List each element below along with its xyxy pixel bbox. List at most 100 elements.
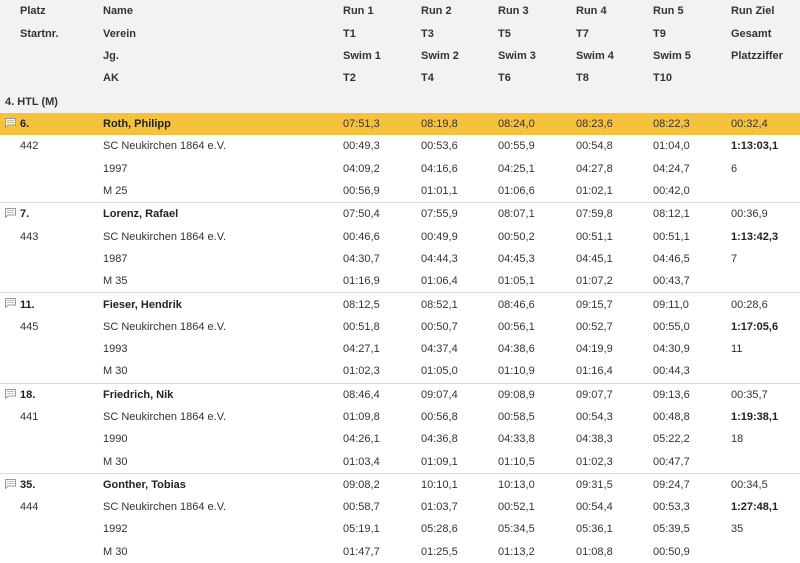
run-time: 07:55,9 xyxy=(421,208,458,221)
transition-time: 00:54,8 xyxy=(576,140,613,153)
run-time: 08:23,6 xyxy=(576,118,613,131)
swim-time: 04:44,3 xyxy=(421,252,458,265)
club-name: SC Neukirchen 1864 e.V. xyxy=(103,411,227,423)
transition-time: 01:04,0 xyxy=(653,140,690,153)
results-table: Platz Name Run 1 Run 2 Run 3 Run 4 Run 5 Run Zi… xyxy=(0,0,800,562)
column-header: Run 3 xyxy=(498,5,529,18)
column-header: Name xyxy=(103,5,133,18)
column-header: Jg. xyxy=(103,49,119,62)
comment-icon[interactable] xyxy=(5,388,16,399)
swim-time: 04:27,8 xyxy=(576,162,613,175)
start-number: 441 xyxy=(20,411,39,423)
transition-time: 00:52,1 xyxy=(498,501,535,514)
column-header: T10 xyxy=(653,72,672,85)
transition-time: 01:09,1 xyxy=(421,455,458,468)
table-row[interactable]: 18. Friedrich, Nik 08:46,4 09:07,4 09:08,9 09… xyxy=(0,384,800,406)
athlete-name: Gonther, Tobias xyxy=(103,478,186,491)
header-row: Platz Name Run 1 Run 2 Run 3 Run 4 Run 5 Run Zi… xyxy=(0,0,800,22)
transition-time: 01:09,8 xyxy=(343,411,380,423)
group-header: 4. HTL (M) xyxy=(0,91,800,113)
age-class: M 35 xyxy=(103,275,128,288)
athlete-name: Lorenz, Rafael xyxy=(103,208,179,221)
run-time: 09:13,6 xyxy=(653,388,690,401)
start-number: 443 xyxy=(20,230,39,243)
transition-time: 00:53,6 xyxy=(421,140,458,153)
club-name: SC Neukirchen 1864 e.V. xyxy=(103,320,227,333)
transition-time: 00:52,7 xyxy=(576,320,613,333)
table-row: 1992 05:19,1 05:28,6 05:34,5 05:36,1 05:39,5 3… xyxy=(0,518,800,540)
transition-time: 00:51,8 xyxy=(343,320,380,333)
transition-time: 00:58,5 xyxy=(498,411,535,423)
table-row: 1997 04:09,2 04:16,6 04:25,1 04:27,8 04:24,7 6 xyxy=(0,158,800,180)
swim-time: 05:39,5 xyxy=(653,523,690,536)
transition-time: 00:51,1 xyxy=(653,230,690,243)
swim-time: 04:09,2 xyxy=(343,162,380,175)
club-name: SC Neukirchen 1864 e.V. xyxy=(103,501,227,514)
table-row[interactable]: 35. Gonther, Tobias 09:08,2 10:10,1 10:13,0 0… xyxy=(0,474,800,496)
transition-time: 00:55,0 xyxy=(653,320,690,333)
platzziffer-value: 6 xyxy=(731,162,738,175)
run-time: 00:34,5 xyxy=(731,478,768,491)
run-time: 07:59,8 xyxy=(576,208,613,221)
run-time: 00:32,4 xyxy=(731,118,768,131)
comment-icon[interactable] xyxy=(5,298,16,309)
table-row[interactable]: 7. Lorenz, Rafael 07:50,4 07:55,9 08:07,1 07:… xyxy=(0,203,800,225)
table-row[interactable]: 6. Roth, Philipp 07:51,3 08:19,8 08:24,0 08:2… xyxy=(0,113,800,136)
birth-year: 1993 xyxy=(103,343,128,356)
transition-time: 00:56,1 xyxy=(498,320,535,333)
run-time: 10:13,0 xyxy=(498,478,535,491)
place-value: 6. xyxy=(20,118,30,131)
transition-time: 00:54,4 xyxy=(576,501,613,514)
comment-icon[interactable] xyxy=(5,208,16,219)
run-time: 08:07,1 xyxy=(498,208,535,221)
transition-time: 00:51,1 xyxy=(576,230,613,243)
swim-time: 04:25,1 xyxy=(498,162,535,175)
transition-time: 00:49,3 xyxy=(343,140,380,153)
run-time: 09:08,2 xyxy=(343,478,380,491)
transition-time: 01:01,1 xyxy=(421,185,458,198)
table-header: Platz Name Run 1 Run 2 Run 3 Run 4 Run 5 Run Zi… xyxy=(0,0,800,91)
transition-time: 01:13,2 xyxy=(498,545,535,558)
column-header: Swim 4 xyxy=(576,49,614,62)
table-row[interactable]: 11. Fieser, Hendrik 08:12,5 08:52,1 08:46,6 0… xyxy=(0,293,800,315)
run-time: 08:22,3 xyxy=(653,118,690,131)
swim-time: 05:34,5 xyxy=(498,523,535,536)
place-value: 11. xyxy=(20,298,35,311)
start-number: 442 xyxy=(20,140,39,153)
athlete-entry: 7. Lorenz, Rafael 07:50,4 07:55,9 08:07,1 07:… xyxy=(0,202,800,292)
group-title: 4. HTL (M) xyxy=(5,96,58,108)
table-row: M 25 00:56,9 01:01,1 01:06,6 01:02,1 00:42,0 xyxy=(0,180,800,202)
column-header: Run 2 xyxy=(421,5,452,18)
transition-time: 01:06,4 xyxy=(421,275,458,288)
column-header: T1 xyxy=(343,27,356,40)
run-time: 09:08,9 xyxy=(498,388,535,401)
age-class: M 30 xyxy=(103,365,128,378)
column-header: Gesamt xyxy=(731,27,772,40)
transition-time: 01:06,6 xyxy=(498,185,535,198)
transition-time: 01:10,9 xyxy=(498,365,535,378)
platzziffer-value: 7 xyxy=(731,252,738,265)
swim-time: 04:38,3 xyxy=(576,433,613,446)
run-time: 00:28,6 xyxy=(731,298,768,311)
place-value: 7. xyxy=(20,208,30,221)
swim-time: 04:19,9 xyxy=(576,343,613,356)
table-row: M 30 01:02,3 01:05,0 01:10,9 01:16,4 00:44,3 xyxy=(0,360,800,382)
run-time: 10:10,1 xyxy=(421,478,458,491)
total-time: 1:19:38,1 xyxy=(731,411,779,423)
total-time: 1:17:05,6 xyxy=(731,320,779,333)
run-time: 00:36,9 xyxy=(731,208,768,221)
transition-time: 01:02,1 xyxy=(576,185,613,198)
comment-icon[interactable] xyxy=(5,478,16,489)
comment-icon[interactable] xyxy=(5,118,16,128)
swim-time: 04:24,7 xyxy=(653,162,690,175)
run-time: 07:51,3 xyxy=(343,118,380,131)
swim-time: 04:26,1 xyxy=(343,433,380,446)
swim-time: 05:36,1 xyxy=(576,523,613,536)
column-header: Run 1 xyxy=(343,5,374,18)
table-row: 1990 04:26,1 04:36,8 04:33,8 04:38,3 05:22,2 1… xyxy=(0,428,800,450)
transition-time: 00:49,9 xyxy=(421,230,458,243)
table-row: 444 SC Neukirchen 1864 e.V. 00:58,7 01:03,7… xyxy=(0,496,800,518)
start-number: 444 xyxy=(20,501,39,514)
platzziffer-value: 18 xyxy=(731,433,744,446)
column-header: T5 xyxy=(498,27,511,40)
